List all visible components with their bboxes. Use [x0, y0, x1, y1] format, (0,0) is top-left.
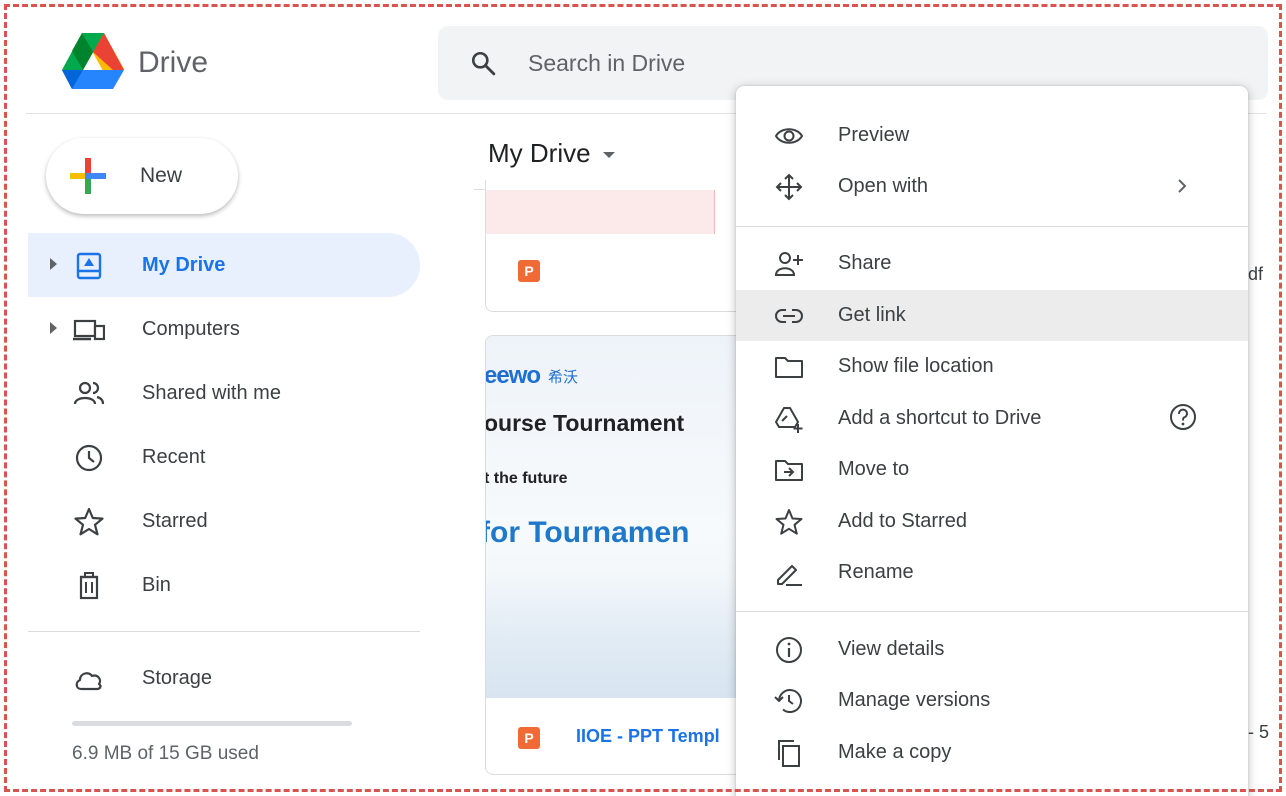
menu-item-manage-versions[interactable]: Manage versions — [736, 675, 1248, 726]
move-to-icon — [775, 460, 803, 481]
trash-icon — [79, 572, 99, 600]
menu-item-get-link[interactable]: Get link — [736, 290, 1248, 341]
sidebar-item-bin[interactable]: Bin — [28, 553, 420, 617]
menu-item-view-details[interactable]: View details — [736, 624, 1248, 675]
sidebar-item-label: Bin — [142, 574, 171, 596]
menu-item-label: Add a shortcut to Drive — [838, 407, 1042, 429]
my-drive-title[interactable]: My Drive — [488, 138, 615, 169]
preview-course-text: ourse Tournament — [485, 410, 685, 436]
sidebar-item-label: My Drive — [142, 254, 226, 276]
sidebar-item-label: Shared with me — [142, 382, 281, 404]
preview-brand-cn: 希沃 — [548, 369, 579, 386]
sidebar-item-recent[interactable]: Recent — [28, 425, 420, 489]
add-shortcut-icon — [775, 407, 803, 433]
sidebar-divider — [28, 631, 420, 632]
help-icon[interactable] — [1168, 402, 1198, 432]
menu-item-share[interactable]: Share — [736, 238, 1248, 289]
menu-item-preview[interactable]: Preview — [736, 110, 1248, 161]
chevron-right-icon — [1178, 179, 1187, 193]
powerpoint-icon: P — [518, 260, 540, 282]
context-menu: Preview Open with Share Get link Show fi… — [736, 86, 1248, 796]
page-title: My Drive — [488, 138, 591, 168]
menu-item-label: Preview — [838, 124, 910, 146]
search-icon — [471, 51, 496, 76]
storage-label: Storage — [142, 667, 213, 689]
clock-icon — [75, 444, 103, 472]
menu-item-label: Add to Starred — [838, 510, 967, 532]
star-outline-icon — [775, 509, 803, 535]
folder-icon — [775, 357, 803, 378]
menu-item-label: Manage versions — [838, 689, 991, 711]
menu-item-open-with[interactable]: Open with — [736, 161, 1248, 212]
preview-future-text: t the future — [485, 470, 568, 487]
computers-icon — [73, 319, 105, 341]
file-preview: eewo 希沃 ourse Tournament t the future fo… — [485, 336, 754, 698]
preview-haze — [486, 576, 754, 698]
sidebar-item-label: Recent — [142, 446, 206, 468]
file-card[interactable]: P — [485, 180, 755, 312]
menu-item-label: View details — [838, 638, 945, 660]
menu-item-label: Show file location — [838, 355, 994, 377]
menu-item-label: Share — [838, 252, 892, 274]
menu-item-add-shortcut[interactable]: Add a shortcut to Drive — [736, 393, 1248, 444]
my-drive-icon — [76, 252, 102, 280]
sidebar-item-starred[interactable]: Starred — [28, 489, 420, 553]
history-icon — [774, 689, 802, 713]
plus-icon — [70, 158, 106, 194]
info-icon — [776, 637, 802, 663]
star-icon — [74, 507, 104, 536]
menu-item-label: Get link — [838, 304, 906, 326]
file-card[interactable]: eewo 希沃 ourse Tournament t the future fo… — [485, 335, 755, 775]
drive-logo-icon — [62, 33, 124, 89]
dropdown-caret-icon — [602, 152, 615, 159]
brand-title: Drive — [138, 46, 209, 79]
file-name-fragment: - 5 — [1248, 722, 1270, 742]
search-input[interactable] — [528, 46, 828, 80]
menu-item-show-file-location[interactable]: Show file location — [736, 341, 1248, 392]
move-arrows-icon — [775, 173, 803, 201]
menu-item-make-a-copy[interactable]: Make a copy — [736, 727, 1248, 778]
eye-icon — [774, 128, 804, 144]
menu-item-label: Make a copy — [838, 741, 952, 763]
shared-icon — [73, 381, 105, 405]
preview-tournament-text: for Tournamen — [485, 516, 690, 549]
new-button[interactable]: New — [46, 138, 238, 214]
menu-item-move-to[interactable]: Move to — [736, 444, 1248, 495]
menu-item-label: Rename — [838, 561, 914, 583]
menu-item-label: Open with — [838, 175, 929, 197]
file-name: IIOE - PPT Templ — [576, 726, 720, 746]
expand-arrow-icon[interactable] — [50, 258, 57, 270]
menu-item-rename[interactable]: Rename — [736, 547, 1248, 598]
menu-divider — [736, 226, 1248, 227]
new-button-label: New — [140, 164, 183, 187]
person-add-icon — [774, 252, 803, 276]
file-thumbnail — [486, 190, 714, 234]
storage-progress-bar — [72, 721, 352, 726]
expand-arrow-icon[interactable] — [50, 322, 57, 334]
copy-icon — [778, 740, 800, 767]
sidebar-item-my-drive[interactable]: My Drive — [28, 233, 420, 297]
powerpoint-icon: P — [518, 727, 540, 749]
menu-item-add-to-starred[interactable]: Add to Starred — [736, 496, 1248, 547]
pencil-icon — [777, 565, 802, 586]
menu-item-label: Move to — [838, 458, 910, 480]
preview-brand: eewo — [485, 362, 541, 389]
menu-divider — [736, 611, 1248, 612]
sidebar-item-computers[interactable]: Computers — [28, 297, 420, 361]
sidebar-item-storage[interactable]: Storage — [28, 646, 420, 710]
file-name-fragment: df — [1248, 264, 1264, 284]
sidebar-item-label: Computers — [142, 318, 240, 340]
link-icon — [775, 309, 803, 323]
sidebar-item-label: Starred — [142, 510, 208, 532]
cloud-icon — [75, 672, 102, 691]
storage-used-text: 6.9 MB of 15 GB used — [72, 743, 259, 764]
sidebar-item-shared[interactable]: Shared with me — [28, 361, 420, 425]
